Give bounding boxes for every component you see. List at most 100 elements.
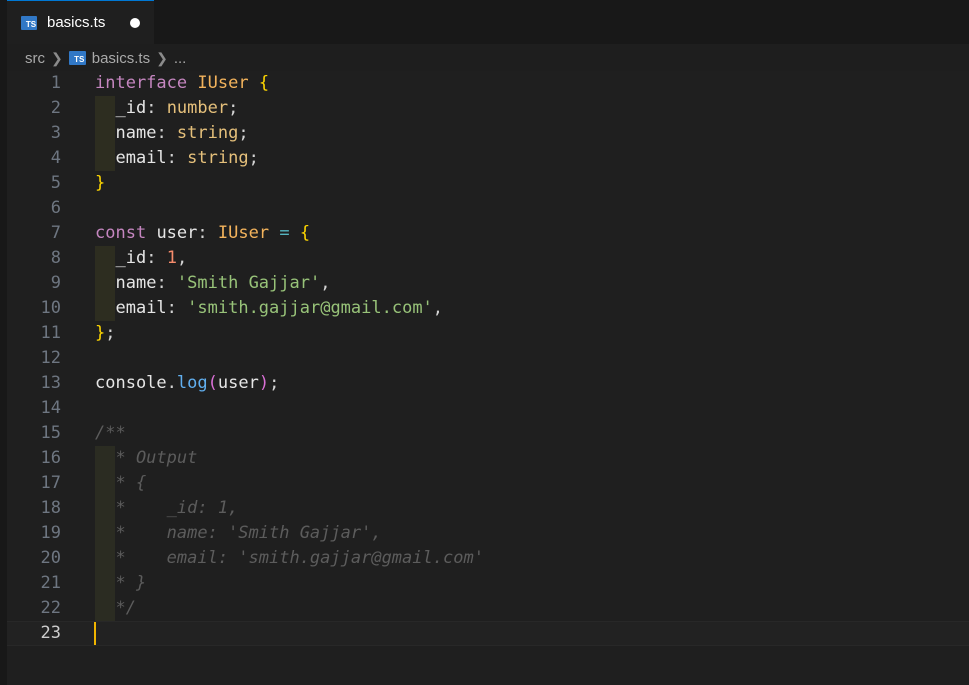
code-token: 1 bbox=[166, 248, 177, 268]
code-token: /** bbox=[95, 423, 126, 443]
line-code: email: string; bbox=[95, 146, 259, 171]
code-token: * { bbox=[95, 473, 147, 493]
line-code: email: 'smith.gajjar@gmail.com', bbox=[95, 296, 443, 321]
code-token: string bbox=[176, 123, 239, 143]
code-token: , bbox=[432, 298, 444, 318]
code-line[interactable]: 22 */ bbox=[7, 596, 969, 621]
line-number: 7 bbox=[50, 223, 61, 243]
code-token: { bbox=[258, 73, 270, 93]
tab-basics-ts[interactable]: TS basics.ts bbox=[7, 0, 154, 44]
line-code: */ bbox=[95, 596, 136, 621]
code-token: ; bbox=[228, 98, 239, 118]
chevron-right-icon: ❯ bbox=[156, 49, 168, 66]
code-token: : bbox=[166, 148, 188, 168]
code-line[interactable]: 15 /** bbox=[7, 421, 969, 446]
line-number: 8 bbox=[50, 248, 61, 268]
code-line[interactable]: 14 bbox=[7, 396, 969, 421]
code-token: : bbox=[197, 223, 218, 243]
code-token: name bbox=[115, 123, 157, 143]
line-code: interface IUser { bbox=[95, 71, 269, 96]
tab-label: basics.ts bbox=[47, 14, 106, 31]
code-line[interactable]: 20 * email: 'smith.gajjar@gmail.com' bbox=[7, 546, 969, 571]
code-token: 'Smith Gajjar' bbox=[176, 273, 321, 293]
code-editor[interactable]: 1 interface IUser {2 _id: number; 3 name: … bbox=[7, 71, 969, 685]
code-token: 'smith.gajjar@gmail.com' bbox=[187, 298, 433, 318]
code-line[interactable]: 5} bbox=[7, 171, 969, 196]
line-code: }; bbox=[95, 321, 116, 346]
code-token: ; bbox=[248, 148, 259, 168]
line-number: 15 bbox=[40, 423, 61, 443]
code-token: * } bbox=[95, 573, 147, 593]
line-code: * _id: 1, bbox=[95, 496, 238, 521]
code-token: email bbox=[115, 298, 167, 318]
code-token: * Output bbox=[95, 448, 198, 468]
line-code: * { bbox=[95, 471, 146, 496]
line-number: 3 bbox=[50, 123, 61, 143]
line-number: 9 bbox=[50, 273, 61, 293]
code-line[interactable]: 21 * } bbox=[7, 571, 969, 596]
breadcrumb-symbols[interactable]: ... bbox=[174, 50, 187, 67]
line-code: * Output bbox=[95, 446, 197, 471]
breadcrumb-file[interactable]: basics.ts bbox=[92, 50, 150, 67]
code-token: : bbox=[156, 273, 177, 293]
breadcrumb: src ❯ TS basics.ts ❯ ... bbox=[25, 46, 186, 70]
code-line[interactable]: 11}; bbox=[7, 321, 969, 346]
code-token: _id bbox=[115, 98, 147, 118]
line-number: 6 bbox=[50, 198, 61, 218]
code-line[interactable]: 8 _id: 1, bbox=[7, 246, 969, 271]
breadcrumb-folder-src[interactable]: src bbox=[25, 50, 45, 67]
code-line[interactable]: 19 * name: 'Smith Gajjar', bbox=[7, 521, 969, 546]
code-token: , bbox=[320, 273, 331, 293]
line-code: console.log(user); bbox=[95, 371, 279, 396]
line-number: 2 bbox=[50, 98, 61, 118]
line-code: } bbox=[95, 171, 105, 196]
code-line[interactable]: 23 bbox=[7, 621, 969, 646]
code-line[interactable]: 1 interface IUser { bbox=[7, 71, 969, 96]
code-token: } bbox=[95, 173, 106, 193]
code-line[interactable]: 4 email: string; bbox=[7, 146, 969, 171]
code-token: string bbox=[187, 148, 249, 168]
code-line[interactable]: 10 email: 'smith.gajjar@gmail.com', bbox=[7, 296, 969, 321]
code-token: : bbox=[146, 248, 167, 268]
line-number: 11 bbox=[40, 323, 61, 343]
code-line[interactable]: 2 _id: number; bbox=[7, 96, 969, 121]
code-token: name bbox=[115, 273, 157, 293]
code-line[interactable]: 13 console.log(user); bbox=[7, 371, 969, 396]
line-number: 12 bbox=[40, 348, 61, 368]
line-code: * email: 'smith.gajjar@gmail.com' bbox=[95, 546, 483, 571]
line-code: const user: IUser = { bbox=[95, 221, 310, 246]
code-token: IUser bbox=[197, 73, 249, 93]
code-line[interactable]: 9 name: 'Smith Gajjar', bbox=[7, 271, 969, 296]
code-token: email bbox=[115, 148, 167, 168]
code-token: ) bbox=[258, 373, 270, 393]
code-token: : bbox=[146, 98, 167, 118]
line-number: 13 bbox=[40, 373, 61, 393]
code-line[interactable]: 16 * Output bbox=[7, 446, 969, 471]
line-code: name: 'Smith Gajjar', bbox=[95, 271, 330, 296]
code-token: * name: 'Smith Gajjar', bbox=[95, 523, 382, 543]
unsaved-changes-dot-icon[interactable] bbox=[130, 18, 140, 28]
code-token: interface bbox=[95, 73, 188, 93]
line-number: 14 bbox=[40, 398, 61, 418]
line-number: 10 bbox=[40, 298, 61, 318]
code-line[interactable]: 12 bbox=[7, 346, 969, 371]
line-code: * } bbox=[95, 571, 146, 596]
line-number: 18 bbox=[40, 498, 61, 518]
tab-bar: TS basics.ts bbox=[7, 0, 969, 44]
code-token: ; bbox=[105, 323, 116, 343]
code-line[interactable]: 7 const user: IUser = { bbox=[7, 221, 969, 246]
code-token: . bbox=[166, 373, 177, 393]
code-token: user bbox=[156, 223, 198, 243]
line-code: _id: 1, bbox=[95, 246, 187, 271]
line-number: 21 bbox=[40, 573, 61, 593]
code-line[interactable]: 6 bbox=[7, 196, 969, 221]
code-line[interactable]: 3 name: string; bbox=[7, 121, 969, 146]
code-line[interactable]: 17 * { bbox=[7, 471, 969, 496]
code-token: */ bbox=[95, 598, 136, 618]
line-number: 19 bbox=[40, 523, 61, 543]
code-line[interactable]: 18 * _id: 1, bbox=[7, 496, 969, 521]
